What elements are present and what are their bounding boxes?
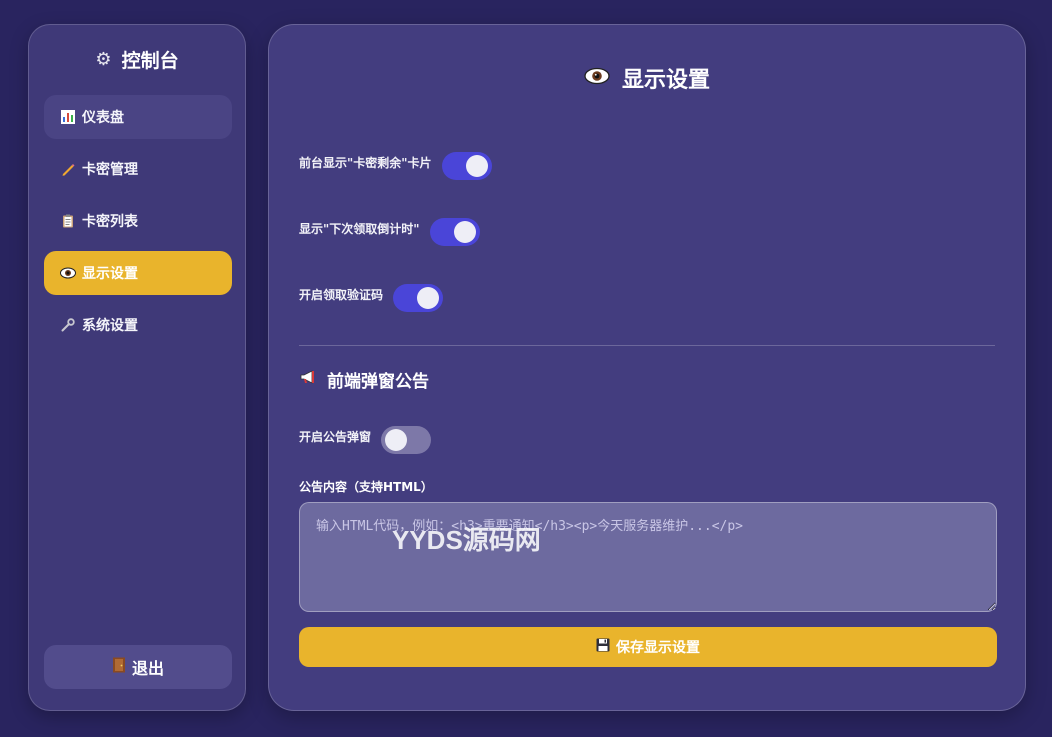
toggle-knob	[417, 287, 440, 309]
setting-label: 开启领取验证码	[299, 288, 384, 302]
toggle-knob	[385, 429, 408, 451]
gear-icon: ⚙	[95, 48, 112, 70]
display-settings-panel: 显示设置 前台显示"卡密剩余"卡片 显示"下次领取倒计时" 开启领取验证码 前端…	[268, 24, 1026, 711]
save-button-label: 保存显示设置	[616, 640, 700, 656]
announce-content-input[interactable]	[299, 502, 997, 612]
page-title-text: 显示设置	[621, 68, 710, 93]
sidebar-item-label: 卡密列表	[82, 214, 138, 230]
toggle-knob	[465, 155, 488, 177]
setting-label: 显示"下次领取倒计时"	[299, 222, 420, 236]
bar-chart-icon	[60, 109, 76, 125]
sidebar-item-label: 系统设置	[82, 318, 138, 334]
sidebar-item-dashboard[interactable]: 仪表盘	[44, 95, 232, 139]
wrench-icon	[60, 317, 76, 333]
sidebar-brand: ⚙ 控制台	[29, 47, 245, 72]
section-title-text: 前端弹窗公告	[327, 371, 429, 392]
enable-captcha-toggle[interactable]	[393, 284, 444, 312]
setting-show-card-remaining: 前台显示"卡密剩余"卡片	[299, 152, 492, 180]
sidebar-item-label: 仪表盘	[82, 110, 124, 126]
sidebar-item-display-settings[interactable]: 显示设置	[44, 251, 232, 295]
sidebar-item-card-list[interactable]: 卡密列表	[44, 199, 232, 243]
megaphone-icon	[299, 369, 319, 390]
eye-icon	[584, 66, 610, 91]
floppy-disk-icon	[596, 638, 610, 656]
clipboard-icon	[60, 213, 76, 229]
setting-enable-captcha: 开启领取验证码	[299, 284, 444, 312]
brand-title: 控制台	[121, 49, 179, 72]
sidebar-item-label: 卡密管理	[82, 162, 138, 178]
save-display-settings-button[interactable]: 保存显示设置	[299, 627, 997, 667]
door-icon	[112, 657, 126, 677]
eye-icon	[60, 265, 76, 281]
announce-section-title: 前端弹窗公告	[299, 367, 429, 392]
setting-label: 前台显示"卡密剩余"卡片	[299, 156, 432, 170]
setting-enable-announce: 开启公告弹窗	[299, 426, 432, 454]
enable-announce-toggle[interactable]	[381, 426, 432, 454]
setting-label: 开启公告弹窗	[299, 430, 372, 444]
show-card-remaining-toggle[interactable]	[441, 152, 492, 180]
toggle-knob	[453, 221, 476, 243]
sidebar: ⚙ 控制台 仪表盘 卡密管理 卡密列表 显示设置 系统设置 退出	[28, 24, 246, 711]
divider	[299, 345, 995, 346]
logout-label: 退出	[131, 659, 164, 678]
announce-content-label: 公告内容（支持HTML）	[299, 480, 433, 494]
setting-show-countdown: 显示"下次领取倒计时"	[299, 218, 480, 246]
pencil-icon	[60, 161, 76, 177]
show-countdown-toggle[interactable]	[429, 218, 480, 246]
sidebar-item-card-manage[interactable]: 卡密管理	[44, 147, 232, 191]
logout-button[interactable]: 退出	[44, 645, 232, 689]
sidebar-item-system-settings[interactable]: 系统设置	[44, 303, 232, 347]
page-title: 显示设置	[269, 63, 1025, 93]
sidebar-item-label: 显示设置	[82, 266, 138, 282]
